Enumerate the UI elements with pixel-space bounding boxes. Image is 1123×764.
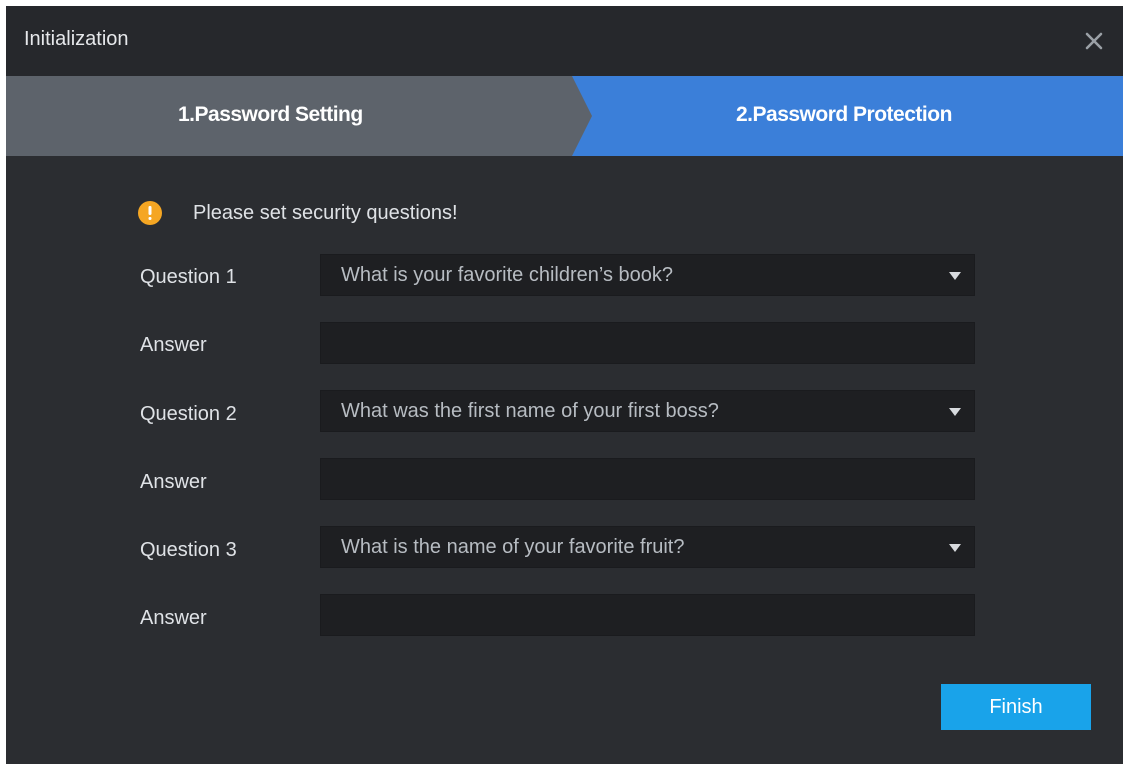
- question-3-select[interactable]: What is the name of your favorite fruit?: [320, 526, 975, 568]
- question-1-value: What is your favorite children’s book?: [341, 264, 674, 286]
- question-2-value: What was the first name of your first bo…: [341, 400, 719, 422]
- chevron-down-icon: [949, 408, 961, 416]
- answer-3-input[interactable]: [320, 594, 975, 636]
- step-background: [6, 76, 1123, 156]
- question-3-label: Question 3: [140, 539, 237, 561]
- dialog-title: Initialization: [24, 28, 129, 50]
- question-1-label: Question 1: [140, 266, 237, 288]
- question-3-value: What is the name of your favorite fruit?: [341, 536, 685, 558]
- step-indicator: 1.Password Setting 2.Password Protection: [6, 76, 1123, 156]
- chevron-down-icon: [949, 272, 961, 280]
- step-1-label: 1.Password Setting: [178, 103, 363, 126]
- title-bar: Initialization: [6, 6, 1123, 76]
- answer-1-label: Answer: [140, 334, 207, 356]
- answer-2-input[interactable]: [320, 458, 975, 500]
- answer-2-label: Answer: [140, 471, 207, 493]
- question-1-select[interactable]: What is your favorite children’s book?: [320, 254, 975, 296]
- chevron-down-icon: [949, 544, 961, 552]
- close-button[interactable]: [1079, 26, 1109, 56]
- close-icon: [1085, 32, 1103, 50]
- question-2-label: Question 2: [140, 403, 237, 425]
- initialization-dialog: Initialization 1.Password Setting 2.Pass…: [6, 6, 1123, 764]
- notice-text: Please set security questions!: [193, 202, 458, 224]
- step-2-label: 2.Password Protection: [736, 103, 952, 126]
- answer-1-input[interactable]: [320, 322, 975, 364]
- answer-3-label: Answer: [140, 607, 207, 629]
- finish-button[interactable]: Finish: [941, 684, 1091, 730]
- question-2-select[interactable]: What was the first name of your first bo…: [320, 390, 975, 432]
- warning-icon: [138, 201, 162, 225]
